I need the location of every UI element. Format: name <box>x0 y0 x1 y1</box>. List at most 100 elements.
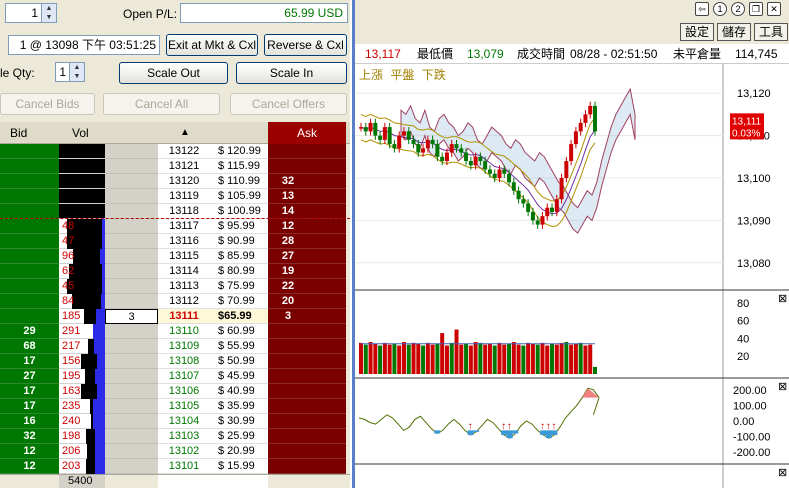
bid-cell[interactable]: 12 <box>0 459 59 474</box>
circle-2-icon[interactable]: 2 <box>731 2 745 16</box>
my-order-cell[interactable] <box>105 234 158 249</box>
ladder-row[interactable]: 16 240 13104 $ 30.99 <box>0 414 350 429</box>
ask-cell[interactable] <box>268 444 308 459</box>
save-button[interactable]: 儲存 <box>717 23 751 41</box>
ladder-row[interactable]: 84 13112 $ 70.99 20 <box>0 294 350 309</box>
bid-cell[interactable] <box>0 174 59 189</box>
ask-cell[interactable]: 20 <box>268 294 308 309</box>
bid-cell[interactable] <box>0 234 59 249</box>
ask-extra-cell[interactable] <box>308 189 346 204</box>
ask-extra-cell[interactable] <box>308 309 346 324</box>
ladder-row[interactable]: 48 13117 $ 95.99 12 <box>0 219 350 234</box>
ask-cell[interactable] <box>268 384 308 399</box>
scale-in-button[interactable]: Scale In <box>236 62 347 84</box>
price-cell[interactable]: 13120 <box>158 174 210 189</box>
my-order-cell[interactable] <box>105 219 158 234</box>
bid-cell[interactable] <box>0 189 59 204</box>
ask-cell[interactable] <box>268 369 308 384</box>
ladder-row[interactable]: 12 206 13102 $ 20.99 <box>0 444 350 459</box>
ask-cell[interactable]: 32 <box>268 174 308 189</box>
my-order-cell[interactable] <box>105 159 158 174</box>
my-order-cell[interactable] <box>105 264 158 279</box>
ladder-row[interactable]: 47 13116 $ 90.99 28 <box>0 234 350 249</box>
price-cell[interactable]: 13122 <box>158 144 210 159</box>
ask-cell[interactable] <box>268 399 308 414</box>
ask-extra-cell[interactable] <box>308 444 346 459</box>
ask-extra-cell[interactable] <box>308 159 346 174</box>
bid-cell[interactable] <box>0 309 59 324</box>
my-order-cell[interactable] <box>105 339 158 354</box>
price-cell[interactable]: 13115 <box>158 249 210 264</box>
ladder-row[interactable]: 29 291 13110 $ 60.99 <box>0 324 350 339</box>
ask-extra-cell[interactable] <box>308 354 346 369</box>
my-order-cell[interactable] <box>105 354 158 369</box>
bid-cell[interactable]: 17 <box>0 354 59 369</box>
ladder-row[interactable]: 12 203 13101 $ 15.99 <box>0 459 350 474</box>
ask-cell[interactable] <box>268 354 308 369</box>
ask-extra-cell[interactable] <box>308 324 346 339</box>
my-order-cell[interactable] <box>105 459 158 474</box>
ask-extra-cell[interactable] <box>308 414 346 429</box>
bid-cell[interactable]: 17 <box>0 384 59 399</box>
ask-extra-cell[interactable] <box>308 174 346 189</box>
spinner-arrows-icon[interactable]: ▲ ▼ <box>69 63 84 81</box>
my-order-cell[interactable] <box>105 399 158 414</box>
cancel-offers-button[interactable]: Cancel Offers <box>230 93 347 115</box>
bid-cell[interactable] <box>0 294 59 309</box>
spinner-arrows-icon[interactable]: ▲ ▼ <box>41 4 56 22</box>
price-cell[interactable]: 13117 <box>158 219 210 234</box>
exit-at-mkt-button[interactable]: Exit at Mkt & Cxl <box>166 34 258 56</box>
scale-qty-spinner[interactable]: 1 ▲ ▼ <box>55 62 85 82</box>
qty-spinner[interactable]: 1 ▲ ▼ <box>5 3 57 23</box>
price-cell[interactable]: 13119 <box>158 189 210 204</box>
ladder-row[interactable]: 62 13114 $ 80.99 19 <box>0 264 350 279</box>
price-cell[interactable]: 13121 <box>158 159 210 174</box>
my-order-cell[interactable] <box>105 279 158 294</box>
ask-cell[interactable] <box>268 339 308 354</box>
price-cell[interactable]: 13113 <box>158 279 210 294</box>
ladder-row[interactable]: 13122 $ 120.99 <box>0 144 350 159</box>
my-order-cell[interactable] <box>105 144 158 159</box>
ask-extra-cell[interactable] <box>308 234 346 249</box>
price-cell[interactable]: 13118 <box>158 204 210 219</box>
ask-extra-cell[interactable] <box>308 279 346 294</box>
my-order-cell[interactable] <box>105 204 158 219</box>
bid-header[interactable]: Bid <box>10 122 27 144</box>
price-cell[interactable]: 13108 <box>158 354 210 369</box>
ask-extra-cell[interactable] <box>308 219 346 234</box>
ask-cell[interactable]: 27 <box>268 249 308 264</box>
ask-cell[interactable]: 28 <box>268 234 308 249</box>
my-order-cell[interactable] <box>105 429 158 444</box>
bid-cell[interactable] <box>0 159 59 174</box>
price-cell[interactable]: 13106 <box>158 384 210 399</box>
bid-cell[interactable]: 32 <box>0 429 59 444</box>
price-cell[interactable]: 13114 <box>158 264 210 279</box>
bid-cell[interactable] <box>0 279 59 294</box>
price-cell[interactable]: 13111 <box>158 309 210 324</box>
price-cell[interactable]: 13101 <box>158 459 210 474</box>
my-order-cell[interactable] <box>105 369 158 384</box>
ask-extra-cell[interactable] <box>308 249 346 264</box>
bid-cell[interactable] <box>0 204 59 219</box>
my-order-cell[interactable]: 3 <box>105 309 158 324</box>
bid-cell[interactable] <box>0 264 59 279</box>
pin-icon[interactable]: ⇦ <box>695 2 709 16</box>
ladder-row[interactable]: 17 156 13108 $ 50.99 <box>0 354 350 369</box>
restore-icon[interactable]: ❐ <box>749 2 763 16</box>
price-cell[interactable]: 13102 <box>158 444 210 459</box>
ask-cell[interactable] <box>268 414 308 429</box>
price-cell[interactable]: 13116 <box>158 234 210 249</box>
ask-cell[interactable]: 3 <box>268 309 308 324</box>
ladder-row[interactable]: 13121 $ 115.99 <box>0 159 350 174</box>
my-order-cell[interactable] <box>105 444 158 459</box>
ask-extra-cell[interactable] <box>308 429 346 444</box>
ladder-row[interactable]: 13118 $ 100.99 14 <box>0 204 350 219</box>
ask-extra-cell[interactable] <box>308 204 346 219</box>
ladder-row[interactable]: 96 13115 $ 85.99 27 <box>0 249 350 264</box>
reverse-button[interactable]: Reverse & Cxl <box>264 34 347 56</box>
my-order-cell[interactable] <box>105 294 158 309</box>
ask-extra-cell[interactable] <box>308 144 346 159</box>
bid-cell[interactable]: 12 <box>0 444 59 459</box>
cancel-bids-button[interactable]: Cancel Bids <box>0 93 95 115</box>
my-order-cell[interactable] <box>105 174 158 189</box>
